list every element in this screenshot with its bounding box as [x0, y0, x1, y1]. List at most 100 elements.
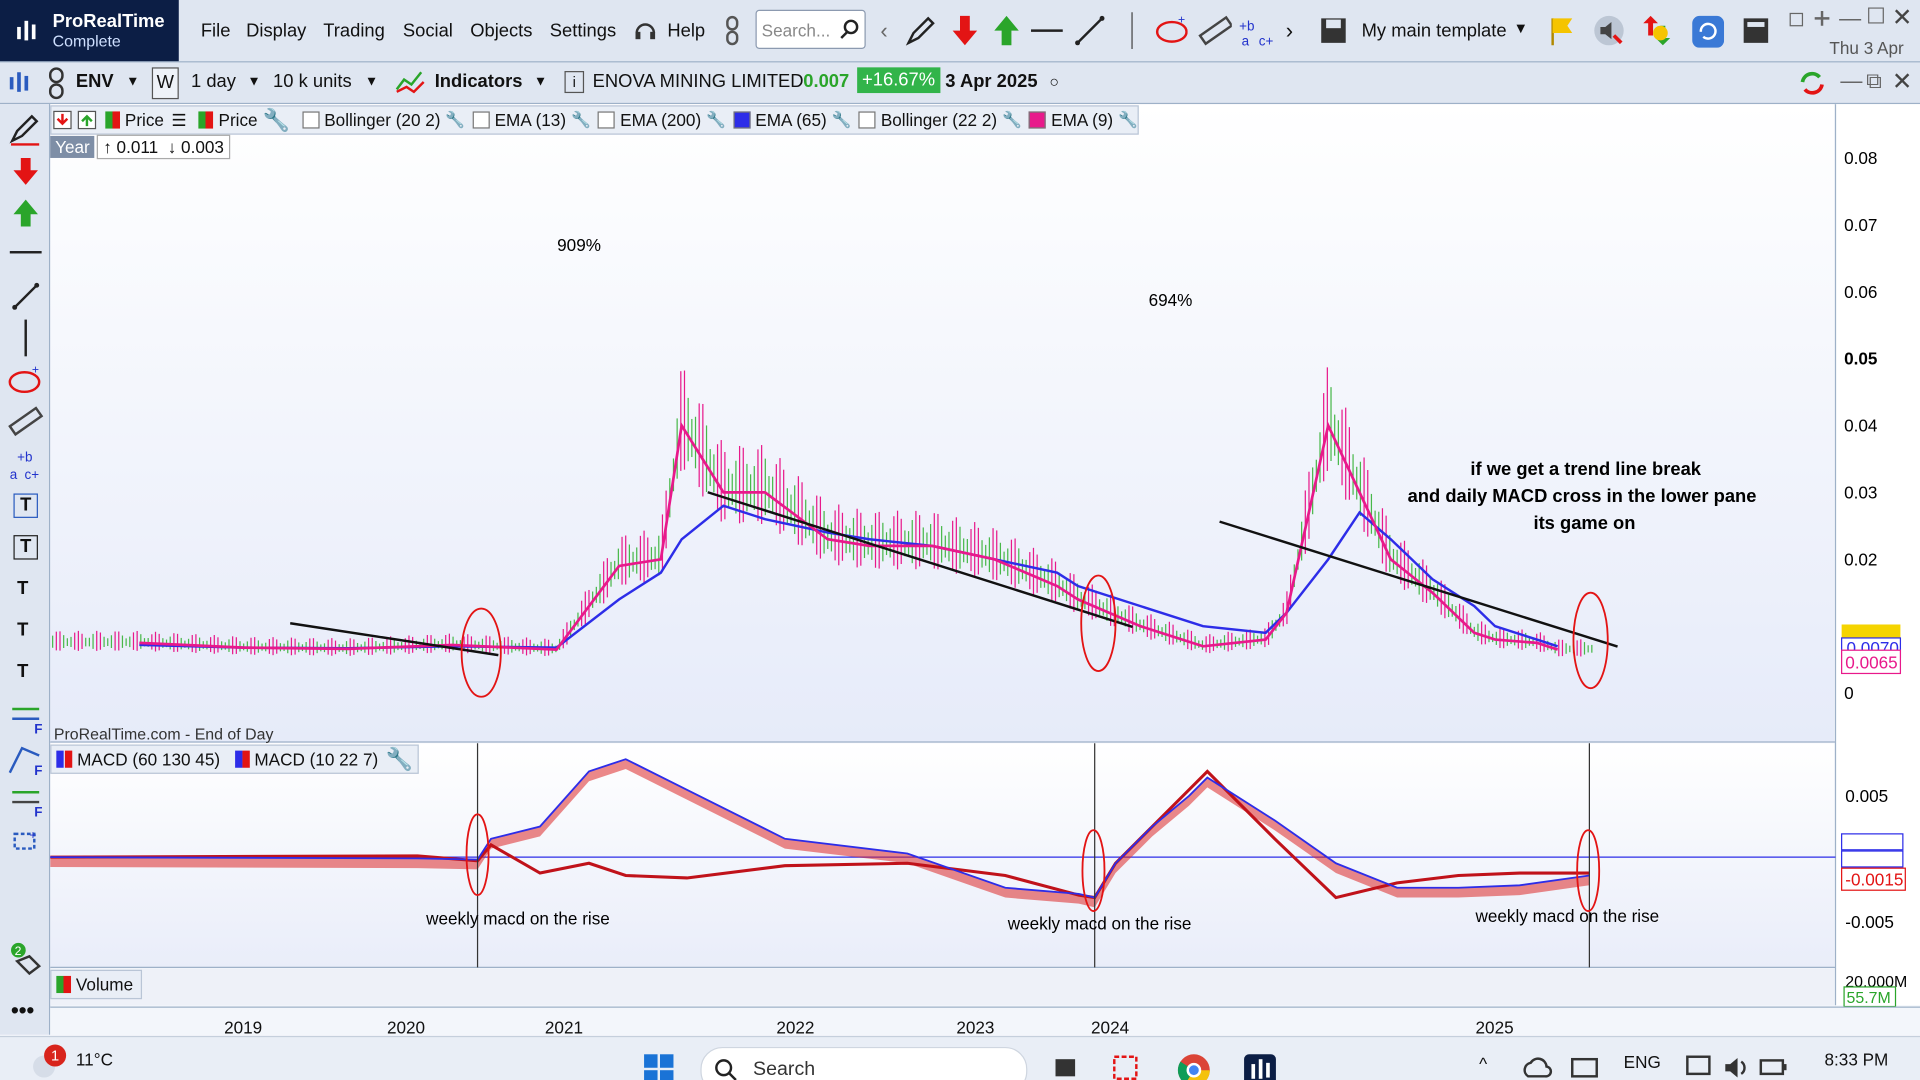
legend-color-swatch[interactable] — [733, 111, 751, 129]
taskbar-search[interactable]: Search — [700, 1046, 1028, 1080]
text-label-icon[interactable]: T — [17, 661, 28, 682]
menu-objects[interactable]: Objects — [470, 21, 532, 42]
pencil-icon[interactable] — [904, 13, 938, 47]
ruler-icon[interactable] — [1198, 13, 1232, 47]
text-small-icon[interactable]: T — [17, 620, 28, 641]
vertical-line-tool[interactable] — [24, 319, 27, 357]
trend-line-icon[interactable] — [1073, 13, 1107, 47]
buy-arrow-icon[interactable] — [989, 13, 1023, 47]
chevron-down-icon[interactable]: ▼ — [1513, 20, 1528, 37]
menu-help[interactable]: Help — [667, 21, 705, 42]
legend-item[interactable]: EMA (65) — [755, 110, 826, 130]
weekly-button[interactable]: W — [151, 67, 179, 100]
battery-icon[interactable] — [1758, 1054, 1790, 1080]
legend-color-swatch[interactable] — [598, 111, 616, 129]
ellipse-tool-icon[interactable]: + — [7, 364, 44, 396]
legend-color-swatch[interactable] — [1029, 111, 1047, 129]
wrench-icon[interactable]: 🔧 — [706, 110, 726, 130]
alerts-icon[interactable] — [1641, 13, 1675, 47]
link-icon[interactable] — [722, 15, 742, 47]
chevron-down-icon[interactable]: ▼ — [365, 75, 378, 90]
close-chart-icon[interactable]: ✕ — [1892, 66, 1913, 97]
legend-item[interactable]: Bollinger (22 2) — [881, 110, 997, 130]
volume-label[interactable]: Volume — [76, 975, 133, 995]
legend-item[interactable]: EMA (9) — [1051, 110, 1113, 130]
flag-icon[interactable] — [1545, 13, 1579, 47]
minimize-icon[interactable]: — — [1839, 6, 1861, 32]
ruler-icon[interactable] — [7, 405, 44, 437]
snipping-tool-icon[interactable] — [1109, 1052, 1143, 1080]
time-axis[interactable]: 2019 2020 2021 2022 2023 2024 2025 — [50, 1006, 1920, 1037]
pin-icon[interactable] — [1812, 9, 1832, 29]
menu-social[interactable]: Social — [403, 21, 453, 42]
wrench-icon[interactable]: 🔧 — [571, 110, 591, 130]
wrench-icon[interactable]: 🔧 — [1118, 110, 1138, 130]
circle-icon[interactable]: ○ — [1049, 72, 1059, 90]
fibonacci-icon[interactable]: +ba c+ — [7, 447, 46, 484]
prorealtime-taskbar-icon[interactable] — [1242, 1052, 1279, 1080]
trend-line-icon[interactable] — [10, 280, 42, 312]
headset-icon[interactable] — [632, 17, 659, 44]
chrome-icon[interactable] — [1176, 1052, 1213, 1080]
scroll-right-icon[interactable]: › — [1286, 18, 1293, 44]
legend-color-swatch[interactable] — [858, 111, 876, 129]
download-icon[interactable] — [51, 109, 75, 131]
language-indicator[interactable]: ENG — [1624, 1052, 1661, 1072]
horizontal-line-icon[interactable] — [1029, 13, 1063, 47]
pencil-icon[interactable] — [7, 111, 41, 146]
scroll-left-icon[interactable]: ‹ — [880, 18, 887, 44]
wrench-icon[interactable]: 🔧 — [386, 746, 413, 772]
more-icon[interactable]: ••• — [11, 998, 34, 1024]
save-icon[interactable] — [1316, 13, 1350, 47]
shape-tool-icon[interactable]: + — [7, 827, 44, 859]
menu-trading[interactable]: Trading — [323, 21, 385, 42]
info-icon[interactable]: i — [564, 71, 585, 94]
minimize-chart-icon[interactable]: — — [1840, 69, 1862, 95]
legend-price-2[interactable]: Price — [219, 110, 258, 130]
restore-icon[interactable] — [1788, 9, 1808, 29]
wrench-icon[interactable]: 🔧 — [832, 110, 852, 130]
fibonacci-icon[interactable]: +ba c+ — [1239, 13, 1281, 48]
units-select[interactable]: 10 k units — [273, 71, 352, 92]
wrench-icon[interactable]: 🔧 — [1002, 110, 1022, 130]
wrench-icon[interactable]: 🔧 — [263, 107, 290, 133]
legend-color-swatch[interactable] — [472, 111, 490, 129]
fib-retracement-icon[interactable]: F — [7, 702, 46, 736]
legend-item[interactable]: EMA (13) — [495, 110, 566, 130]
macd-legend-1[interactable]: MACD (60 130 45) — [77, 749, 220, 769]
horizontal-line-tool[interactable] — [9, 251, 42, 254]
refresh-icon[interactable] — [1690, 13, 1725, 48]
maximize-icon[interactable]: ☐ — [1866, 4, 1886, 30]
text-box-icon[interactable]: T — [13, 535, 38, 560]
list-icon[interactable]: ☰ — [171, 110, 186, 131]
windows-start-icon[interactable] — [642, 1052, 676, 1080]
sync-icon[interactable] — [1795, 67, 1829, 99]
link-chain-icon[interactable] — [47, 66, 67, 100]
calculator-icon[interactable] — [1739, 13, 1773, 47]
ticker-field[interactable]: ENV — [76, 71, 114, 92]
chevron-down-icon[interactable]: ▼ — [126, 75, 139, 90]
chevron-down-icon[interactable]: ▼ — [534, 75, 547, 90]
ellipse-tool-icon[interactable]: + — [1153, 13, 1188, 47]
legend-item[interactable]: Bollinger (20 2) — [324, 110, 440, 130]
volume-icon[interactable] — [1722, 1054, 1751, 1080]
indicators-button[interactable]: Indicators — [435, 71, 523, 92]
legend-price-1[interactable]: Price — [125, 110, 164, 130]
close-icon[interactable]: ✕ — [1892, 2, 1913, 33]
sell-arrow-icon[interactable] — [12, 156, 39, 185]
menu-file[interactable]: File — [201, 21, 231, 42]
legend-item[interactable]: EMA (200) — [620, 110, 701, 130]
chart-style-icon[interactable] — [7, 70, 36, 94]
template-label[interactable]: My main template — [1362, 21, 1507, 42]
menu-settings[interactable]: Settings — [550, 21, 616, 42]
buy-arrow-icon[interactable] — [12, 197, 39, 227]
text-box-blue-icon[interactable]: T — [13, 493, 38, 518]
macd-legend-2[interactable]: MACD (10 22 7) — [254, 749, 378, 769]
fib-arc-icon[interactable]: F — [7, 785, 46, 819]
timeframe-select[interactable]: 1 day — [191, 71, 236, 92]
upload-icon[interactable] — [76, 109, 100, 131]
cloud-sync-icon[interactable] — [1521, 1054, 1553, 1080]
search-icon[interactable] — [839, 18, 861, 40]
objects-list-icon[interactable]: 2 — [10, 942, 47, 979]
tray-chevron-icon[interactable]: ^ — [1479, 1054, 1487, 1074]
